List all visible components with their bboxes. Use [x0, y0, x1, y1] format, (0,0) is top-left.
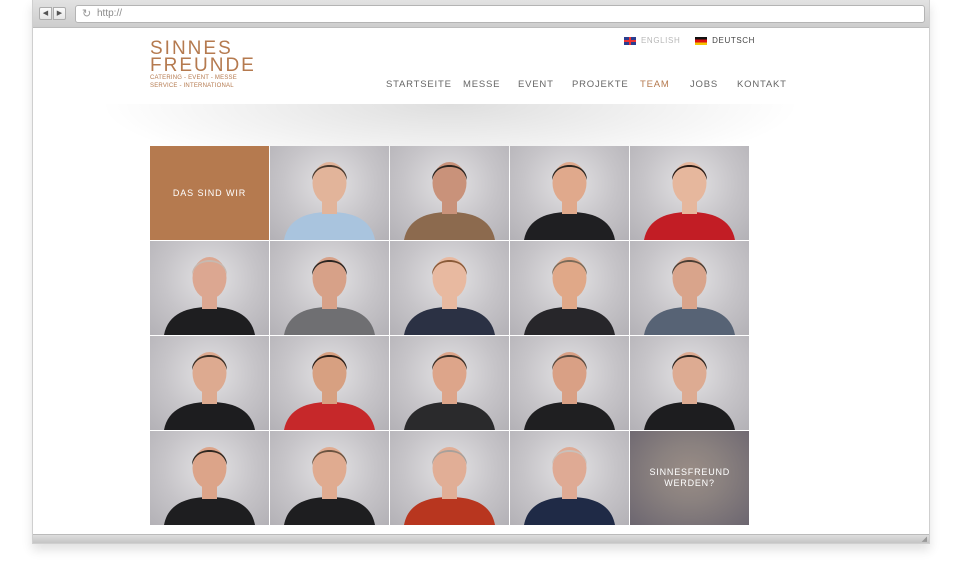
team-member-photo[interactable]	[150, 431, 269, 525]
site-logo[interactable]: SINNES FREUNDE CATERING - EVENT - MESSE …	[150, 39, 256, 90]
language-english-label: ENGLISH	[641, 36, 681, 45]
team-grid: DAS SIND WIR SINNESFREUND WERDEN?	[150, 146, 749, 525]
team-member-photo[interactable]	[390, 431, 509, 525]
team-member-photo[interactable]	[270, 431, 389, 525]
logo-line-2: FREUNDE	[150, 55, 256, 76]
team-member-photo[interactable]	[630, 146, 749, 240]
team-member-photo[interactable]	[510, 336, 629, 430]
portrait-image	[164, 447, 255, 525]
team-member-photo[interactable]	[270, 146, 389, 240]
portrait-image	[284, 352, 375, 430]
address-bar[interactable]: ↻ http://	[75, 5, 925, 23]
portrait-image	[284, 162, 375, 240]
url-text: http://	[97, 8, 123, 19]
nav-jobs[interactable]: JOBS	[690, 79, 718, 90]
portrait-image	[404, 447, 495, 525]
portrait-image	[284, 257, 375, 335]
portrait-image	[524, 162, 615, 240]
language-deutsch-label: DEUTSCH	[712, 36, 756, 45]
portrait-image	[524, 447, 615, 525]
team-member-photo[interactable]	[390, 241, 509, 335]
nav-team[interactable]: TEAM	[640, 79, 670, 90]
uk-flag-icon	[624, 36, 636, 45]
nav-event[interactable]: EVENT	[518, 79, 554, 90]
reload-icon[interactable]: ↻	[82, 7, 91, 20]
team-member-photo[interactable]	[510, 241, 629, 335]
join-team-tile[interactable]: SINNESFREUND WERDEN?	[630, 431, 749, 525]
portrait-image	[524, 257, 615, 335]
forward-button[interactable]: ▶	[53, 7, 66, 20]
nav-startseite[interactable]: STARTSEITE	[386, 79, 452, 90]
portrait-image	[284, 447, 375, 525]
team-intro-label: DAS SIND WIR	[172, 188, 247, 198]
de-flag-icon	[695, 36, 708, 45]
join-team-label: SINNESFREUND WERDEN?	[649, 467, 731, 488]
portrait-image	[644, 257, 735, 335]
portrait-image	[404, 352, 495, 430]
team-member-photo[interactable]	[630, 336, 749, 430]
team-member-photo[interactable]	[510, 146, 629, 240]
portrait-image	[644, 162, 735, 240]
language-english[interactable]: ENGLISH	[624, 36, 680, 45]
logo-tagline-2: SERVICE - INTERNATIONAL	[150, 83, 234, 89]
team-member-photo[interactable]	[270, 336, 389, 430]
team-member-photo[interactable]	[270, 241, 389, 335]
back-button[interactable]: ◀	[39, 7, 52, 20]
nav-messe[interactable]: MESSE	[463, 79, 500, 90]
portrait-image	[164, 257, 255, 335]
portrait-image	[164, 352, 255, 430]
portrait-image	[404, 162, 495, 240]
team-member-photo[interactable]	[390, 146, 509, 240]
team-member-photo[interactable]	[510, 431, 629, 525]
team-member-photo[interactable]	[150, 336, 269, 430]
browser-status-bar: ◢	[33, 534, 929, 543]
portrait-image	[644, 352, 735, 430]
nav-kontakt[interactable]: KONTAKT	[737, 79, 787, 90]
team-member-photo[interactable]	[630, 241, 749, 335]
language-switcher: ENGLISH DEUTSCH	[624, 36, 767, 47]
resize-grip-icon[interactable]: ◢	[922, 535, 927, 543]
browser-toolbar: ◀ ▶ ↻ http://	[33, 0, 929, 28]
nav-projekte[interactable]: PROJEKTE	[572, 79, 629, 90]
portrait-image	[404, 257, 495, 335]
portrait-image	[524, 352, 615, 430]
team-member-photo[interactable]	[390, 336, 509, 430]
team-member-photo[interactable]	[150, 241, 269, 335]
language-deutsch[interactable]: DEUTSCH	[695, 36, 755, 45]
logo-tagline-1: CATERING - EVENT - MESSE	[150, 75, 237, 81]
team-intro-tile[interactable]: DAS SIND WIR	[150, 146, 269, 240]
